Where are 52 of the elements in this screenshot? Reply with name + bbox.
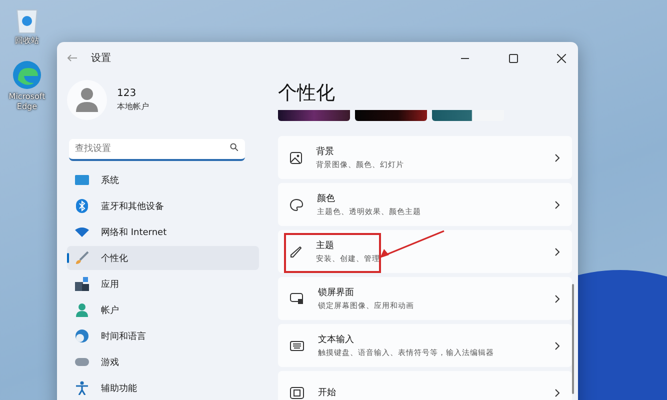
maximize-icon	[508, 54, 518, 62]
nav-item[interactable]: 帐户	[67, 298, 259, 322]
nav-item[interactable]: 辅助功能	[67, 376, 259, 400]
setting-title: 文本输入	[318, 334, 355, 346]
theme-thumbnail[interactable]	[432, 110, 504, 121]
nav-item[interactable]: 网络和 Internet	[67, 220, 259, 244]
chevron-right-icon	[555, 294, 560, 302]
start-icon	[290, 386, 304, 398]
chevron-right-icon	[555, 248, 560, 256]
close-icon	[556, 54, 566, 62]
window-title: 设置	[91, 52, 112, 65]
nav-item[interactable]: 游戏	[67, 350, 259, 374]
system-icon	[75, 175, 89, 185]
setting-title: 主题	[316, 240, 335, 252]
keyboard-icon	[290, 340, 304, 350]
gaming-icon	[75, 357, 89, 367]
nav-item[interactable]: 蓝牙和其他设备	[67, 194, 259, 218]
setting-title: 锁屏界面	[318, 286, 355, 299]
chevron-right-icon	[555, 200, 560, 208]
nav-item[interactable]: 应用	[67, 272, 259, 296]
avatar-icon[interactable]	[67, 80, 107, 120]
chevron-right-icon	[555, 388, 560, 396]
settings-card[interactable]: 开始	[278, 371, 572, 400]
brush-icon	[75, 251, 89, 265]
page-title: 个性化	[278, 81, 336, 106]
back-arrow-icon[interactable]	[67, 54, 77, 62]
nav-item[interactable]: 时间和语言	[67, 324, 259, 348]
annotation-arrow	[378, 230, 446, 260]
theme-thumbnail[interactable]	[278, 110, 350, 121]
chevron-right-icon	[555, 342, 560, 350]
setting-title: 开始	[318, 387, 337, 399]
accessibility-icon	[75, 381, 89, 395]
bluetooth-icon	[75, 199, 89, 213]
time-icon	[75, 329, 89, 343]
network-icon	[75, 227, 89, 237]
setting-title: 背景	[316, 146, 335, 158]
theme-thumbnail[interactable]	[355, 110, 427, 121]
chevron-right-icon	[555, 154, 560, 162]
palette-icon	[290, 198, 303, 210]
browser-icon[interactable]	[12, 60, 42, 90]
image-icon	[290, 152, 302, 164]
nav-item[interactable]: 系统	[67, 168, 259, 192]
account-icon	[75, 303, 89, 317]
lock-icon	[290, 292, 304, 304]
setting-title: 颜色	[317, 192, 336, 205]
pen-icon	[290, 246, 302, 258]
search-field[interactable]: 查找设置	[69, 139, 245, 161]
account-type: 本地帐户	[117, 101, 149, 112]
search-icon[interactable]	[230, 143, 238, 151]
apps-icon	[75, 277, 89, 291]
user-name: 123	[117, 88, 138, 99]
nav-item[interactable]: 个性化	[67, 246, 259, 270]
